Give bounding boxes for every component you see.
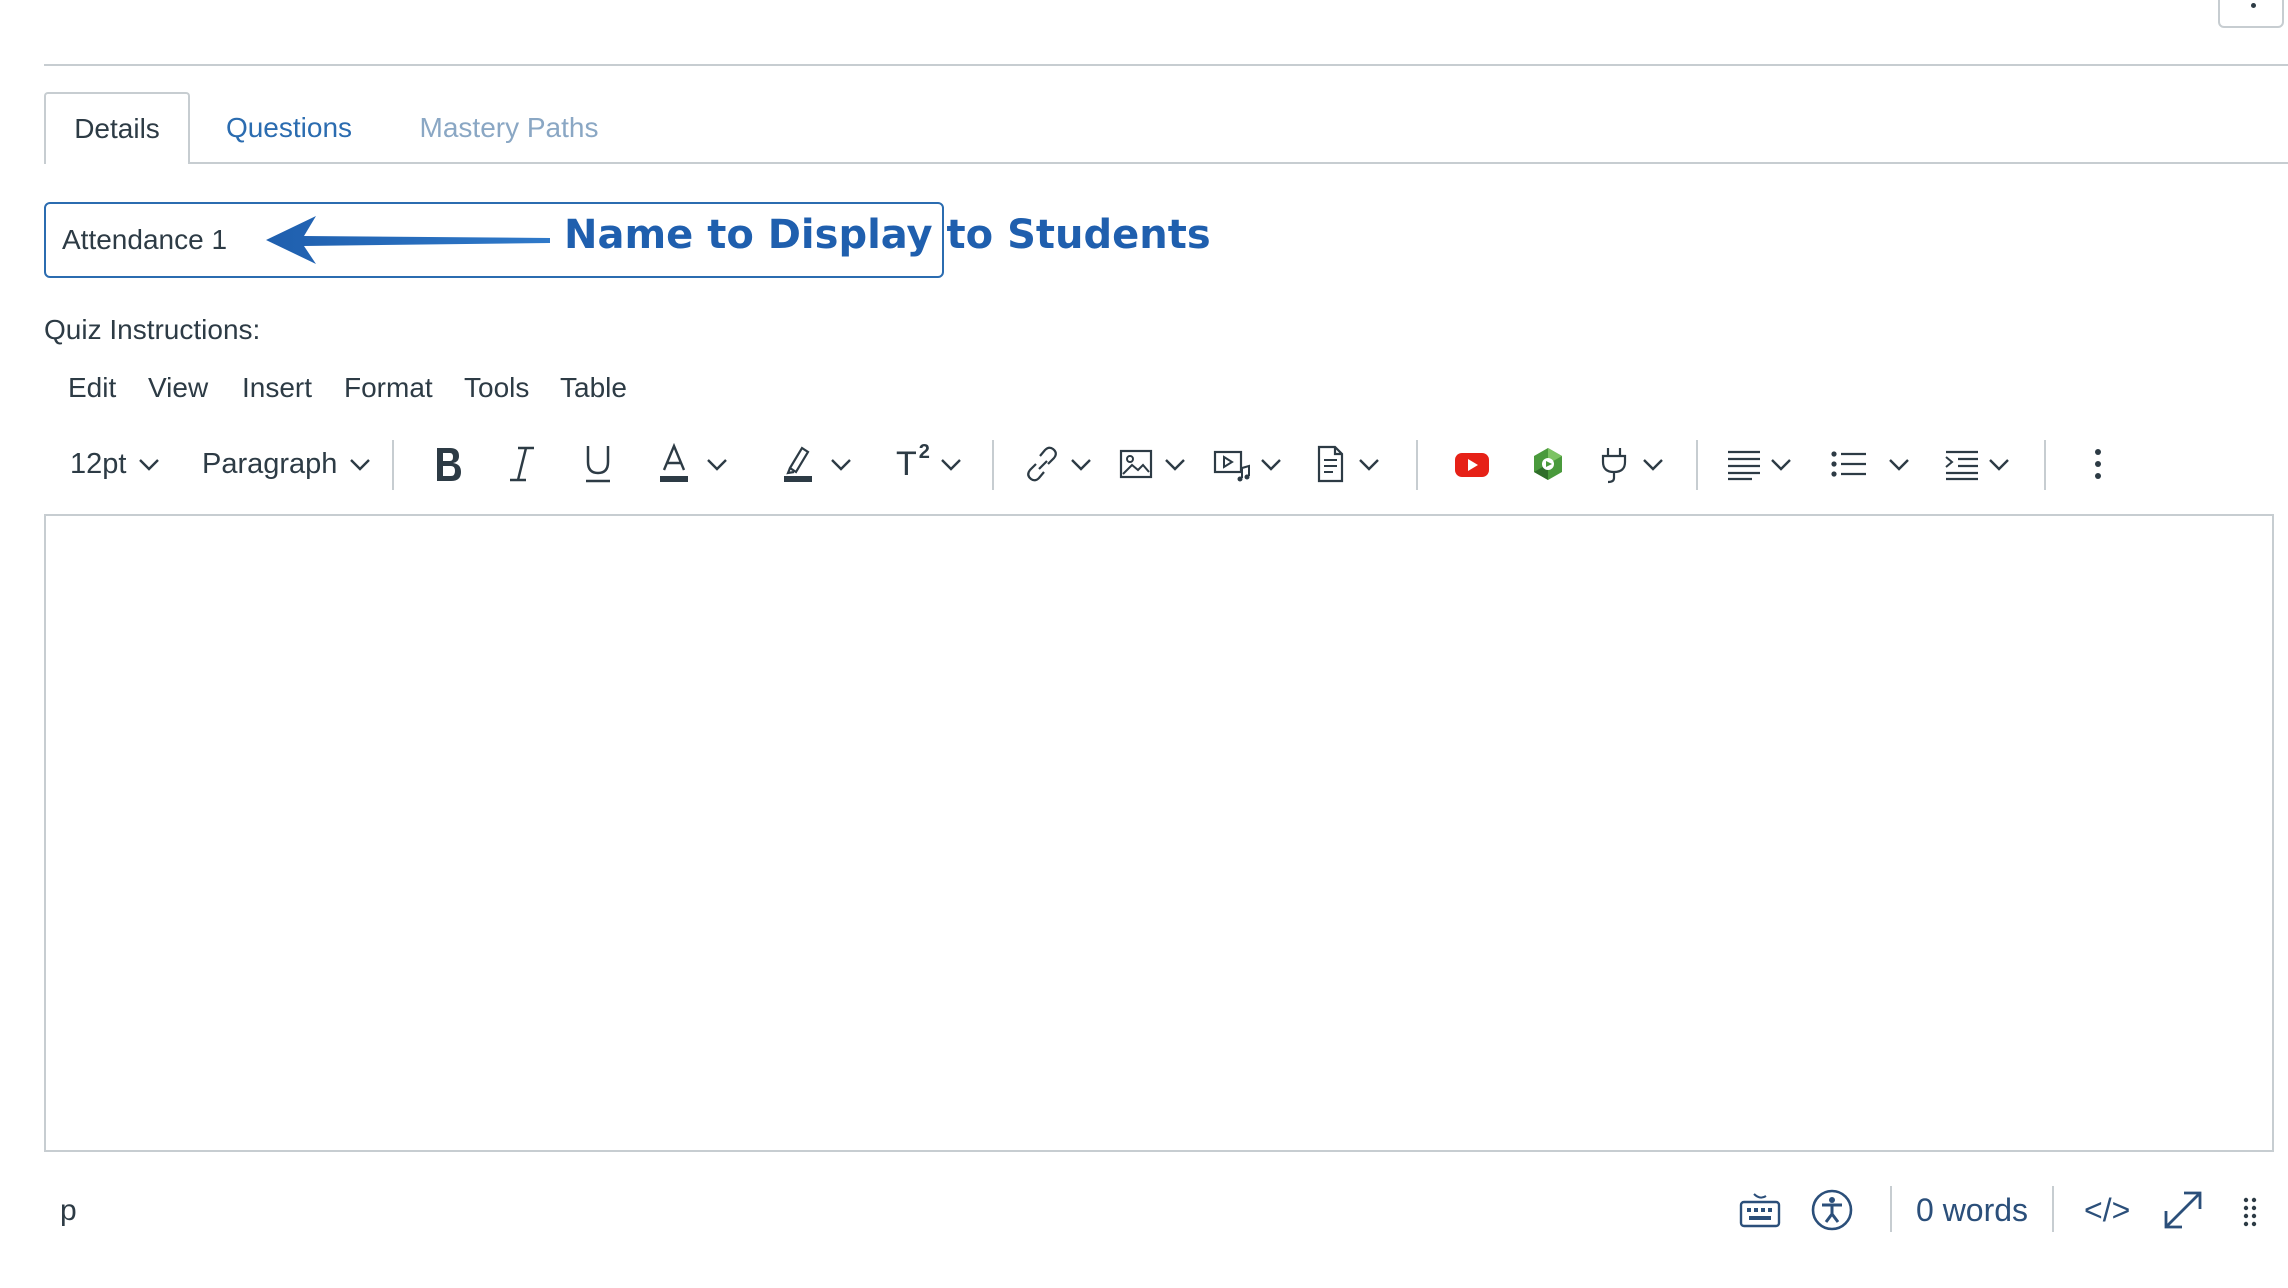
element-path[interactable]: p <box>60 1194 77 1228</box>
keyboard-shortcuts-button[interactable] <box>1738 1180 1782 1240</box>
more-icon <box>2095 449 2101 479</box>
toolbar-separator <box>392 440 394 490</box>
header-divider <box>44 64 2288 66</box>
text-color-icon <box>660 442 688 482</box>
status-separator <box>1890 1186 1892 1232</box>
menu-edit[interactable]: Edit <box>68 372 116 404</box>
annotation-arrow-icon <box>266 216 550 264</box>
annotation-label: Name to Display to Students <box>564 212 1211 258</box>
app-icon <box>1534 448 1562 480</box>
menu-insert[interactable]: Insert <box>242 372 312 404</box>
bold-icon <box>437 448 461 481</box>
app-button[interactable] <box>1528 434 1568 494</box>
plugin-button[interactable] <box>1594 434 1668 494</box>
tab-details[interactable]: Details <box>44 92 190 164</box>
chevron-down-icon <box>350 459 371 471</box>
status-separator <box>2052 1186 2054 1232</box>
chevron-down-icon <box>1643 459 1663 471</box>
superscript-button[interactable]: T 2 <box>896 434 966 494</box>
html-editor-toggle[interactable]: </> <box>2084 1180 2130 1240</box>
image-icon <box>1119 449 1153 479</box>
highlight-color-button[interactable] <box>780 434 856 494</box>
toolbar-separator <box>1416 440 1418 490</box>
highlight-icon <box>784 446 812 482</box>
font-size-value: 12pt <box>70 447 127 480</box>
chevron-down-icon <box>1359 459 1379 471</box>
font-size-dropdown[interactable]: 12pt <box>70 434 164 494</box>
plugin-icon <box>1601 448 1627 484</box>
superscript-exponent: 2 <box>918 440 930 463</box>
image-button[interactable] <box>1116 434 1190 494</box>
chevron-down-icon <box>1261 459 1281 471</box>
indent-icon <box>1945 450 1978 481</box>
italic-button[interactable] <box>504 434 540 494</box>
chevron-down-icon <box>1989 459 2009 471</box>
quiz-title-value: Attendance 1 <box>62 224 228 255</box>
link-icon <box>1027 446 1057 482</box>
toolbar-separator <box>992 440 994 490</box>
resize-handle[interactable] <box>2240 1180 2260 1240</box>
menu-format[interactable]: Format <box>344 372 433 404</box>
media-button[interactable] <box>1212 434 1286 494</box>
list-icon <box>1831 451 1866 477</box>
keyboard-icon <box>1739 1193 1781 1228</box>
toolbar-separator <box>2044 440 2046 490</box>
more-options-button[interactable] <box>2218 0 2284 28</box>
italic-icon <box>510 446 534 482</box>
chevron-down-icon <box>941 459 961 471</box>
chevron-down-icon <box>1071 459 1091 471</box>
chevron-down-icon <box>1165 459 1185 471</box>
tab-bar-line <box>44 162 2288 164</box>
block-format-dropdown[interactable]: Paragraph <box>202 434 375 494</box>
chevron-down-icon <box>707 459 727 471</box>
link-button[interactable] <box>1022 434 1096 494</box>
block-format-value: Paragraph <box>202 447 338 480</box>
more-toolbar-button[interactable] <box>2086 434 2110 494</box>
media-icon <box>1213 450 1250 482</box>
menu-view[interactable]: View <box>148 372 208 404</box>
fullscreen-button[interactable] <box>2160 1180 2206 1240</box>
underline-button[interactable] <box>580 434 616 494</box>
youtube-button[interactable] <box>1452 434 1492 494</box>
toolbar-separator <box>1696 440 1698 490</box>
rich-content-editor[interactable] <box>44 514 2274 1152</box>
quiz-instructions-label: Quiz Instructions: <box>44 314 261 345</box>
kebab-icon <box>2251 3 2256 8</box>
text-color-button[interactable] <box>656 434 732 494</box>
bold-button[interactable] <box>428 434 468 494</box>
accessibility-icon <box>1811 1189 1853 1231</box>
fullscreen-icon <box>2164 1191 2202 1229</box>
chevron-down-icon <box>831 459 851 471</box>
menu-table[interactable]: Table <box>560 372 627 404</box>
indent-button[interactable] <box>1942 434 2014 494</box>
document-button[interactable] <box>1310 434 1384 494</box>
tab-mastery-paths[interactable]: Mastery Paths <box>404 92 614 164</box>
align-button[interactable] <box>1724 434 1796 494</box>
youtube-icon <box>1455 453 1489 477</box>
chevron-down-icon <box>1771 459 1791 471</box>
word-count[interactable]: 0 words <box>1916 1180 2028 1240</box>
menu-tools[interactable]: Tools <box>464 372 529 404</box>
accessibility-checker-button[interactable] <box>1810 1180 1854 1240</box>
superscript-icon: T <box>896 444 917 483</box>
align-icon <box>1728 450 1760 481</box>
chevron-down-icon <box>1889 459 1909 471</box>
list-button[interactable] <box>1828 434 1914 494</box>
grip-icon <box>2243 1197 2257 1227</box>
document-icon <box>1317 445 1344 483</box>
underline-icon <box>586 446 610 483</box>
chevron-down-icon <box>139 459 160 471</box>
tab-questions[interactable]: Questions <box>218 92 360 164</box>
